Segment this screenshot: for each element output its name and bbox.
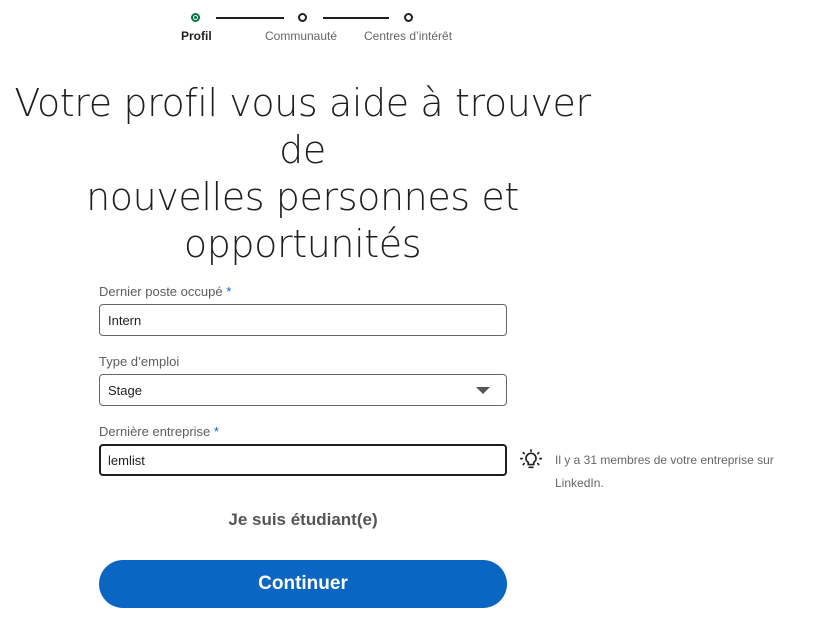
hint-text: Il y a 31 membres de votre entreprise su… (555, 453, 774, 490)
company-label: Dernière entreprise * (99, 424, 219, 439)
step-label-profil: Profil (181, 29, 212, 43)
page-title-line: opportunités (183, 222, 422, 266)
step-dot-profil (191, 13, 200, 22)
step-dot-communaute (298, 13, 307, 22)
employment-type-value: Stage (108, 382, 142, 398)
page-title-line: nouvelles personnes et (86, 175, 519, 219)
employment-type-label: Type d’emploi (99, 354, 180, 369)
progress-stepper: Profil Communauté Centres d’intérêt (180, 10, 480, 50)
company-members-hint: Il y a 31 membres de votre entreprise su… (518, 447, 818, 491)
job-title-input[interactable] (99, 304, 507, 336)
employment-type-select[interactable]: Stage (99, 374, 507, 406)
student-link[interactable]: Je suis étudiant(e) (99, 510, 507, 530)
job-title-label: Dernier poste occupé * (99, 284, 232, 299)
continue-button[interactable]: Continuer (99, 560, 507, 608)
step-label-communaute: Communauté (265, 29, 338, 43)
onboarding-page: Profil Communauté Centres d’intérêt Votr… (0, 0, 823, 633)
lightbulb-icon (520, 449, 542, 469)
step-label-centres-interet: Centres d’intérêt (364, 29, 453, 43)
required-mark: * (213, 424, 219, 439)
caret-down-icon (476, 386, 490, 394)
company-input[interactable] (99, 444, 507, 476)
step-connector (323, 17, 389, 19)
page-title-line: Votre profil vous aide à trouver de (14, 81, 591, 172)
page-title: Votre profil vous aide à trouver de nouv… (0, 80, 605, 268)
step-connector (216, 17, 284, 19)
step-dot-centres-interet (404, 13, 413, 22)
required-mark: * (226, 284, 232, 299)
